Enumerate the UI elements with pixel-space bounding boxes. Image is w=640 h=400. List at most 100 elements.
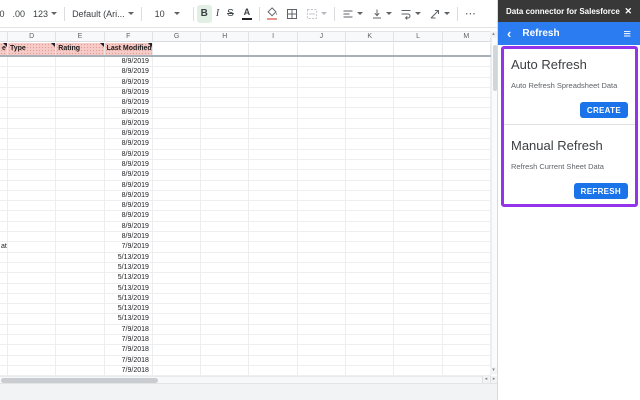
grid-cell[interactable] [8, 335, 57, 346]
grid-cell[interactable] [394, 242, 443, 253]
grid-cell[interactable]: 8/9/2019 [104, 118, 153, 130]
grid-cell[interactable] [152, 293, 202, 305]
grid-cell[interactable] [346, 365, 395, 377]
grid-cell[interactable] [56, 304, 105, 315]
grid-cell[interactable] [8, 314, 57, 325]
grid-cell[interactable] [442, 170, 491, 181]
grid-cell[interactable] [56, 118, 105, 130]
grid-cell[interactable] [346, 324, 395, 336]
grid-cell[interactable] [394, 98, 443, 109]
grid-cell[interactable] [394, 273, 443, 284]
grid-cell[interactable] [297, 304, 347, 315]
grid-cell[interactable] [297, 57, 347, 68]
grid-cell[interactable] [249, 77, 298, 88]
grid-cell[interactable] [442, 190, 491, 202]
column-header-J[interactable]: J [298, 32, 347, 41]
number-format-button[interactable]: 123 [29, 5, 61, 23]
grid-cell[interactable] [201, 273, 250, 284]
grid-cell[interactable] [346, 283, 395, 294]
grid-cell[interactable] [56, 57, 105, 68]
grid-cell[interactable] [442, 355, 491, 366]
grid-cell[interactable] [394, 180, 443, 191]
grid-cell[interactable] [442, 232, 491, 243]
column-header-D[interactable]: D [8, 32, 57, 41]
grid-cell[interactable] [0, 252, 8, 263]
grid-cell[interactable]: 5/13/2019 [104, 273, 153, 284]
grid-cell[interactable] [297, 365, 347, 377]
increase-decimal-button[interactable]: .00 [9, 5, 30, 23]
grid-cell[interactable] [8, 232, 57, 243]
grid-cell[interactable] [297, 87, 347, 99]
grid-cell[interactable] [201, 108, 250, 119]
grid-cell[interactable] [442, 77, 491, 88]
grid-cell[interactable]: 5/13/2019 [104, 252, 153, 263]
grid-cell[interactable] [297, 139, 347, 150]
grid-cell[interactable] [394, 324, 443, 336]
back-icon[interactable]: ‹ [507, 27, 511, 40]
grid-cell[interactable] [442, 345, 491, 356]
grid-cell[interactable] [297, 335, 347, 346]
grid-cell[interactable] [346, 232, 395, 243]
grid-cell[interactable] [442, 108, 491, 119]
grid-cell[interactable] [152, 355, 202, 366]
grid-cell[interactable] [297, 262, 347, 274]
column-header-E[interactable]: E [56, 32, 105, 41]
grid-cell[interactable] [152, 57, 202, 68]
grid-cell[interactable]: ate [0, 242, 8, 253]
grid-cell[interactable] [0, 365, 8, 377]
grid-cell[interactable] [249, 335, 298, 346]
grid-cell[interactable] [249, 57, 298, 68]
grid-cell[interactable] [8, 129, 57, 140]
header-cell[interactable]: Type [8, 43, 57, 55]
text-color-button[interactable]: A [238, 5, 256, 23]
grid-cell[interactable] [394, 159, 443, 171]
grid-cell[interactable] [394, 211, 443, 222]
grid-cell[interactable] [56, 283, 105, 294]
grid-cell[interactable]: 5/13/2019 [104, 262, 153, 274]
grid-cell[interactable] [394, 304, 443, 315]
grid-cell[interactable]: 8/9/2019 [104, 170, 153, 181]
grid-cell[interactable] [8, 108, 57, 119]
grid-cell[interactable] [346, 77, 395, 88]
grid-cell[interactable] [56, 67, 105, 78]
column-header-I[interactable]: I [249, 32, 298, 41]
grid-cell[interactable] [346, 118, 395, 130]
grid-cell[interactable] [346, 170, 395, 181]
grid-cell[interactable] [0, 139, 8, 150]
grid-cell[interactable] [297, 149, 347, 160]
grid-cell[interactable]: 5/13/2019 [104, 314, 153, 325]
grid-cell[interactable] [297, 129, 347, 140]
grid-cell[interactable] [249, 355, 298, 366]
grid-cell[interactable] [56, 170, 105, 181]
grid-cell[interactable] [442, 118, 491, 130]
grid-cell[interactable] [0, 190, 8, 202]
grid-cell[interactable] [394, 283, 443, 294]
grid-cell[interactable] [297, 283, 347, 294]
grid-cell[interactable] [442, 273, 491, 284]
grid-cell[interactable] [8, 283, 57, 294]
grid-cell[interactable] [394, 365, 443, 377]
grid-cell[interactable] [56, 262, 105, 274]
grid-cell[interactable] [0, 283, 8, 294]
grid-cell[interactable] [297, 180, 347, 191]
grid-cell[interactable] [201, 221, 250, 233]
grid-cell[interactable] [346, 159, 395, 171]
grid-cell[interactable] [0, 159, 8, 171]
grid-cell[interactable] [201, 345, 250, 356]
grid-cell[interactable] [201, 324, 250, 336]
grid-cell[interactable] [8, 365, 57, 377]
grid-cell[interactable] [394, 293, 443, 305]
grid-cell[interactable] [56, 180, 105, 191]
grid-cell[interactable] [394, 77, 443, 88]
grid-cell[interactable] [442, 262, 491, 274]
grid-cell[interactable] [201, 87, 250, 99]
column-header-H[interactable]: H [201, 32, 250, 41]
grid-cell[interactable] [152, 304, 202, 315]
grid-cell[interactable] [297, 221, 347, 233]
grid-cell[interactable] [249, 345, 298, 356]
grid-cell[interactable] [0, 211, 8, 222]
grid-cell[interactable] [0, 87, 8, 99]
grid-cell[interactable] [442, 87, 491, 99]
grid-cell[interactable] [249, 108, 298, 119]
grid-cell[interactable] [249, 67, 298, 78]
